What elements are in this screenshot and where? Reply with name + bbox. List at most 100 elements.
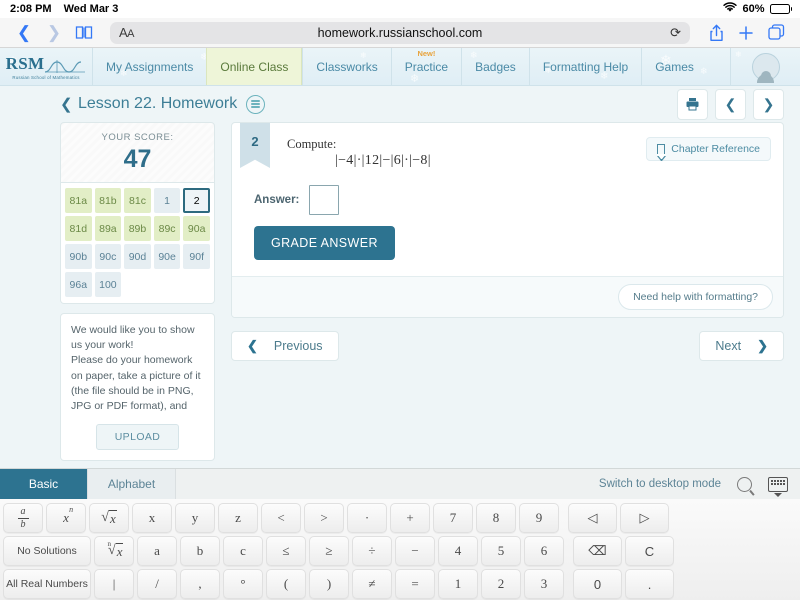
- key-not-equal[interactable]: ≠: [352, 569, 392, 599]
- question-cell[interactable]: 89a: [94, 216, 122, 241]
- key-plus[interactable]: +: [390, 503, 430, 533]
- key-greater-than[interactable]: >: [304, 503, 344, 533]
- nav-item-my-assignments[interactable]: My Assignments: [92, 48, 206, 85]
- key-all-real-numbers[interactable]: All Real Numbers: [3, 569, 91, 599]
- key-nth-root[interactable]: n √ x: [94, 536, 134, 566]
- previous-button[interactable]: ❮ Previous: [231, 331, 339, 361]
- tab-alphabet[interactable]: Alphabet: [88, 469, 176, 499]
- keyboard-spacer: [672, 503, 797, 533]
- nav-item-practice[interactable]: New! Practice: [390, 48, 461, 85]
- share-icon[interactable]: [702, 20, 730, 46]
- print-button[interactable]: [677, 88, 708, 120]
- address-bar[interactable]: AA homework.russianschool.com ⟳: [110, 21, 690, 44]
- browser-forward-icon[interactable]: ❯: [40, 20, 68, 46]
- key-degree[interactable]: °: [223, 569, 263, 599]
- nav-item-games[interactable]: Games: [641, 48, 707, 85]
- key-9[interactable]: 9: [519, 503, 559, 533]
- chapter-reference-button[interactable]: Chapter Reference: [646, 137, 771, 161]
- upload-button[interactable]: UPLOAD: [95, 424, 180, 451]
- book-stack-icon[interactable]: [246, 94, 266, 114]
- key-cursor-left[interactable]: ◁: [568, 503, 617, 533]
- keyboard-row: All Real Numbers | / , ° ( ) ≠ = 1 2 3 0…: [3, 569, 797, 599]
- question-cell[interactable]: 89c: [153, 216, 181, 241]
- key-absolute-bar[interactable]: |: [94, 569, 134, 599]
- key-5[interactable]: 5: [481, 536, 521, 566]
- question-cell[interactable]: 90c: [94, 244, 122, 269]
- key-y[interactable]: y: [175, 503, 215, 533]
- next-question-button[interactable]: ❯: [753, 88, 784, 120]
- nav-item-formatting-help[interactable]: Formatting Help: [528, 48, 641, 85]
- switch-to-desktop-mode-link[interactable]: Switch to desktop mode: [599, 478, 721, 490]
- key-0[interactable]: 0: [573, 569, 622, 599]
- key-paren-close[interactable]: ): [309, 569, 349, 599]
- prev-question-button[interactable]: ❮: [715, 88, 746, 120]
- question-cell[interactable]: 90d: [124, 244, 151, 269]
- key-greater-equal[interactable]: ≥: [309, 536, 349, 566]
- next-button[interactable]: Next ❯: [699, 331, 784, 361]
- reload-icon[interactable]: ⟳: [670, 25, 681, 41]
- nav-item-badges[interactable]: Badges: [461, 48, 529, 85]
- key-z[interactable]: z: [218, 503, 258, 533]
- math-keyboard: Basic Alphabet Switch to desktop mode ab…: [0, 468, 800, 600]
- avatar[interactable]: [730, 48, 800, 85]
- answer-input[interactable]: [309, 185, 340, 215]
- nav-item-classworks[interactable]: Classworks: [302, 48, 390, 85]
- key-a[interactable]: a: [137, 536, 177, 566]
- key-x[interactable]: x: [132, 503, 172, 533]
- key-1[interactable]: 1: [438, 569, 478, 599]
- key-divide[interactable]: ÷: [352, 536, 392, 566]
- question-cell[interactable]: 90f: [183, 244, 210, 269]
- lesson-back-icon[interactable]: ❮: [60, 95, 73, 113]
- key-decimal-point[interactable]: .: [625, 569, 674, 599]
- key-backspace[interactable]: ⌫: [573, 536, 622, 566]
- key-slash[interactable]: /: [137, 569, 177, 599]
- question-cell[interactable]: 81a: [65, 188, 92, 213]
- magnifier-icon[interactable]: [737, 476, 752, 492]
- nav-item-online-class[interactable]: Online Class: [206, 48, 303, 85]
- tab-basic[interactable]: Basic: [0, 469, 88, 499]
- key-comma[interactable]: ,: [180, 569, 220, 599]
- question-cell[interactable]: 100: [94, 272, 122, 297]
- tabs-icon[interactable]: [762, 20, 790, 46]
- formatting-help-button[interactable]: Need help with formatting?: [618, 284, 773, 310]
- question-cell[interactable]: 90e: [153, 244, 181, 269]
- keyboard-icon[interactable]: [768, 476, 788, 492]
- avatar-icon: [751, 52, 780, 83]
- bookmarks-icon[interactable]: [70, 20, 98, 46]
- key-2[interactable]: 2: [481, 569, 521, 599]
- key-fraction[interactable]: ab: [3, 503, 43, 533]
- question-cell-current[interactable]: 2: [183, 188, 210, 213]
- key-6[interactable]: 6: [524, 536, 564, 566]
- key-4[interactable]: 4: [438, 536, 478, 566]
- question-cell[interactable]: 89b: [124, 216, 151, 241]
- chevron-left-icon: ❮: [247, 338, 258, 353]
- key-power[interactable]: xn: [46, 503, 86, 533]
- key-sqrt[interactable]: √ x: [89, 503, 129, 533]
- key-multiply-dot[interactable]: ·: [347, 503, 387, 533]
- key-less-than[interactable]: <: [261, 503, 301, 533]
- question-cell[interactable]: 1: [153, 188, 181, 213]
- question-cell[interactable]: 90a: [183, 216, 210, 241]
- key-less-equal[interactable]: ≤: [266, 536, 306, 566]
- rsm-logo[interactable]: RSM Russian School of Mathematics: [0, 48, 92, 85]
- question-cell[interactable]: 96a: [65, 272, 92, 297]
- wifi-icon: [723, 2, 738, 16]
- key-b[interactable]: b: [180, 536, 220, 566]
- key-paren-open[interactable]: (: [266, 569, 306, 599]
- key-7[interactable]: 7: [433, 503, 473, 533]
- key-no-solutions[interactable]: No Solutions: [3, 536, 91, 566]
- key-8[interactable]: 8: [476, 503, 516, 533]
- key-minus[interactable]: −: [395, 536, 435, 566]
- key-equals[interactable]: =: [395, 569, 435, 599]
- key-3[interactable]: 3: [524, 569, 564, 599]
- question-cell[interactable]: 90b: [65, 244, 92, 269]
- question-cell[interactable]: 81c: [124, 188, 151, 213]
- question-cell[interactable]: 81d: [65, 216, 92, 241]
- question-cell[interactable]: 81b: [94, 188, 122, 213]
- new-tab-icon[interactable]: [732, 20, 760, 46]
- key-clear[interactable]: C: [625, 536, 674, 566]
- browser-back-icon[interactable]: ❮: [10, 20, 38, 46]
- key-cursor-right[interactable]: ▷: [620, 503, 669, 533]
- grade-answer-button[interactable]: GRADE ANSWER: [254, 226, 395, 260]
- key-c[interactable]: c: [223, 536, 263, 566]
